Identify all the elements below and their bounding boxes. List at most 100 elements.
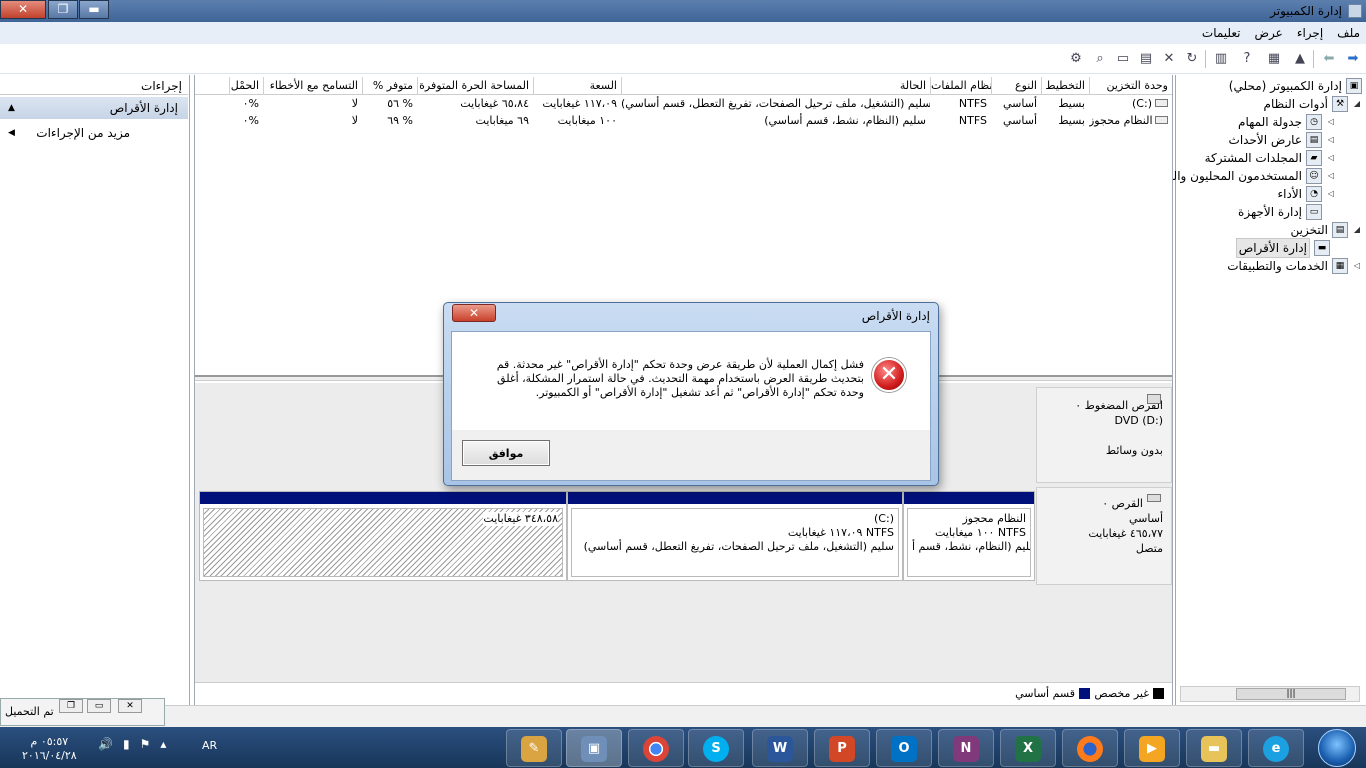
column-header-type[interactable]: النوع [991, 77, 1041, 95]
properties-icon[interactable]: ▤ [1136, 49, 1156, 69]
menu-file[interactable]: ملف [1337, 26, 1360, 40]
primary-partition-bar [200, 492, 566, 504]
maximize-icon[interactable]: ▭ [87, 699, 111, 713]
cell-free-space: ٦٥،٨٤ غيغابايت [460, 97, 529, 110]
collapse-arrow-icon[interactable]: ◁ [1326, 167, 1336, 185]
menu-view[interactable]: عرض [1255, 26, 1283, 40]
tree-horizontal-scrollbar[interactable]: ||| [1180, 686, 1360, 702]
tree-item-disk-management[interactable]: ▬ إدارة الأقراص [1235, 238, 1330, 258]
close-window-button[interactable]: ✕ [0, 0, 46, 19]
disk0-label[interactable]: القرص ٠ أساسي ٤٦٥،٧٧ غيغابايت متصل [1036, 487, 1172, 585]
taskbar-media-player[interactable]: ▶ [1124, 729, 1180, 767]
collapse-arrow-icon[interactable]: ◁ [1326, 113, 1336, 131]
menu-action[interactable]: إجراء [1297, 26, 1323, 40]
taskbar-paint[interactable]: ✎ [506, 729, 562, 767]
network-icon[interactable]: ▮ [123, 737, 130, 751]
tree-item-shared-folders[interactable]: ◁ ▰ المجلدات المشتركة [1205, 149, 1336, 167]
tree-item-task-scheduler[interactable]: ◁ ◷ جدولة المهام [1238, 113, 1336, 131]
taskbar-powerpoint[interactable]: P [814, 729, 870, 767]
taskbar-skype[interactable]: S [688, 729, 744, 767]
table-row[interactable]: النظام محجوز بسيط أساسي NTFS سليم (النظا… [195, 112, 1172, 129]
tree-item-device-manager[interactable]: ▭ إدارة الأجهزة [1238, 203, 1322, 221]
legend-primary: قسم أساسي [1015, 687, 1090, 700]
scrollbar-thumb[interactable]: ||| [1236, 688, 1346, 700]
minimized-window[interactable]: ✕ ▭ ❐ تم التحميل [0, 698, 165, 726]
expand-left-icon[interactable]: ◀ [8, 123, 15, 143]
column-header-status[interactable]: الحالة [621, 77, 930, 95]
more-actions[interactable]: ◀ مزيد من الإجراءات [0, 123, 188, 143]
taskbar-onenote[interactable]: N [938, 729, 994, 767]
language-indicator[interactable]: AR [202, 739, 217, 752]
actions-section-disk-management[interactable]: ▲ إدارة الأقراص [0, 97, 188, 119]
taskbar-outlook[interactable]: O [876, 729, 932, 767]
taskbar-internet-explorer[interactable]: e [1248, 729, 1304, 767]
show-hidden-icons-icon[interactable]: ▴ [160, 737, 166, 751]
tree-item-storage[interactable]: ◢ ▤ التخزين [1291, 221, 1362, 239]
tree-item-performance[interactable]: ◁ ◔ الأداء [1278, 185, 1337, 203]
collapse-arrow-icon[interactable]: ◁ [1352, 257, 1362, 275]
delete-icon[interactable]: ✕ [1159, 49, 1179, 69]
volume-icon[interactable]: 🔊 [98, 737, 113, 751]
cell-free-space: ٦٩ ميغابايت [475, 114, 529, 127]
disk0-title: القرص ٠ [1102, 497, 1143, 510]
column-header-layout[interactable]: التخطيط [1041, 77, 1089, 95]
expand-arrow-icon[interactable]: ◢ [1352, 95, 1362, 113]
clock[interactable]: ٠٥:٥٧ م ٢٠١٦/٠٤/٢٨ [22, 735, 77, 763]
menu-help[interactable]: تعليمات [1202, 26, 1241, 40]
taskbar-computer-management[interactable]: ▣ [566, 729, 622, 767]
partition-unallocated[interactable]: ٣٤٨،٥٨ غيغابايت [199, 491, 567, 581]
column-header-file-system[interactable]: نظام الملفات [930, 77, 991, 95]
collapse-up-icon[interactable]: ▲ [8, 97, 15, 119]
dialog-close-button[interactable]: ✕ [452, 304, 496, 322]
minimize-window-button[interactable]: ▬ [79, 0, 109, 19]
partition-c[interactable]: (C:) ١١٧،٠٩ غيغابايت NTFS سليم (التشغيل،… [567, 491, 903, 581]
taskbar-file-explorer[interactable]: ▬ [1186, 729, 1242, 767]
column-header-volume[interactable]: وحدة التخزين [1089, 77, 1172, 95]
collapse-arrow-icon[interactable]: ◁ [1326, 185, 1336, 203]
dvd-no-media: بدون وسائط [1105, 444, 1163, 457]
action-center-flag-icon[interactable]: ⚑ [140, 737, 151, 751]
settings-icon[interactable]: ⚙ [1066, 49, 1086, 69]
cell-capacity: ١١٧،٠٩ غيغابايت [542, 97, 617, 110]
tree-item-system-tools[interactable]: ◢ ⚒ أدوات النظام [1264, 95, 1362, 113]
powerpoint-icon: P [829, 736, 855, 762]
taskbar-excel[interactable]: X [1000, 729, 1056, 767]
back-arrow-icon[interactable]: ➡ [1343, 49, 1363, 69]
folder-icon: ▬ [1201, 736, 1227, 762]
up-folder-icon[interactable]: ▲ [1290, 49, 1310, 69]
collapse-arrow-icon[interactable]: ◁ [1326, 131, 1336, 149]
taskbar-firefox[interactable] [1062, 729, 1118, 767]
action-pane-icon[interactable]: ▥ [1211, 49, 1231, 69]
partition-system-reserved[interactable]: النظام محجوز ١٠٠ ميغابايت NTFS سليم (الن… [903, 491, 1035, 581]
cell-type: أساسي [1002, 97, 1037, 110]
taskbar-chrome[interactable] [628, 729, 684, 767]
refresh-icon[interactable]: ↻ [1182, 49, 1202, 69]
ok-button[interactable]: موافق [462, 440, 550, 466]
column-header-free-space[interactable]: المساحة الحرة المتوفرة [417, 77, 533, 95]
tree-item-services-applications[interactable]: ◁ ▦ الخدمات والتطبيقات [1227, 257, 1362, 275]
cell-layout: بسيط [1058, 114, 1085, 127]
collapse-arrow-icon[interactable]: ◁ [1326, 149, 1336, 167]
help-icon[interactable]: ? [1237, 49, 1257, 69]
expand-arrow-icon[interactable]: ◢ [1352, 221, 1362, 239]
console-tree-icon[interactable]: ▦ [1264, 49, 1284, 69]
search-icon[interactable]: ⌕ [1090, 49, 1110, 69]
forward-arrow-icon[interactable]: ⬅ [1319, 49, 1339, 69]
close-icon[interactable]: ✕ [118, 699, 142, 713]
tree-item-event-viewer[interactable]: ◁ ▤ عارض الأحداث [1229, 131, 1336, 149]
column-header-capacity[interactable]: السعة [533, 77, 621, 95]
column-header-percent-free[interactable]: % متوفر [362, 77, 417, 95]
skype-icon: S [703, 736, 729, 762]
start-button[interactable] [1318, 729, 1356, 767]
restore-window-button[interactable]: ❐ [48, 0, 78, 19]
tree-item-local-users[interactable]: ◁ ☺ المستخدمون المحليون والمجم [1151, 167, 1336, 185]
table-row[interactable]: (C:) بسيط أساسي NTFS سليم (التشغيل، ملف … [195, 95, 1172, 112]
column-header-fault-tolerance[interactable]: التسامح مع الأخطاء [263, 77, 362, 95]
taskbar-word[interactable]: W [752, 729, 808, 767]
column-header-overhead[interactable]: الحمْل [229, 77, 263, 95]
status-bar [0, 705, 1366, 727]
open-folder-icon[interactable]: ▭ [1113, 49, 1133, 69]
restore-icon[interactable]: ❐ [59, 699, 83, 713]
tree-item-computer-management[interactable]: ▣ إدارة الكمبيوتر (محلي) [1229, 77, 1362, 95]
dvd-drive-label[interactable]: القرص المضغوط ٠ DVD (D:) بدون وسائط [1036, 387, 1172, 483]
